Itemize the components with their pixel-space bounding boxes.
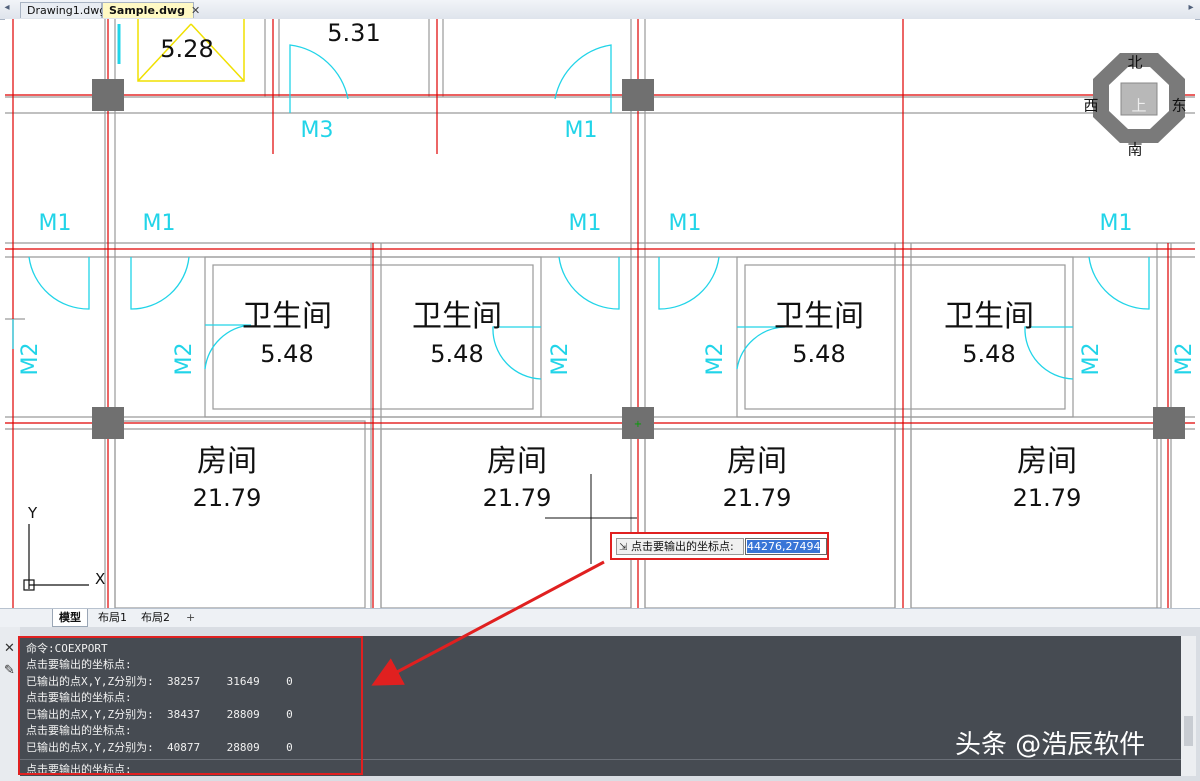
annotation-arrow <box>371 560 605 686</box>
watermark: 头条 @浩辰软件 <box>955 730 1146 760</box>
